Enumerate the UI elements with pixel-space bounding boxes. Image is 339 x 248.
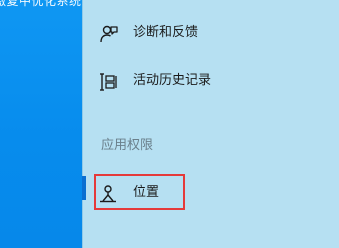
settings-privacy-nav-panel: 诊断和反馈 活动历史记录 应用权限 位置: [82, 0, 339, 248]
desktop-background: 激复中优化系统: [0, 0, 82, 248]
location-person-icon: [99, 184, 119, 204]
timeline-history-icon: [99, 72, 119, 92]
nav-item-label: 诊断和反馈: [133, 25, 199, 40]
section-header-app-permissions: 应用权限: [101, 138, 154, 153]
nav-item-activity-history[interactable]: 活动历史记录: [83, 62, 339, 100]
nav-item-label: 活动历史记录: [133, 73, 212, 88]
nav-item-label: 位置: [133, 185, 160, 200]
selection-indicator: [82, 176, 86, 200]
nav-item-location[interactable]: 位置: [83, 174, 339, 212]
feedback-person-icon: [99, 24, 119, 44]
nav-item-diagnostics-feedback[interactable]: 诊断和反馈: [83, 14, 339, 52]
desktop-icon-label[interactable]: 激复中优化系统: [0, 0, 82, 9]
screen: 激复中优化系统 诊断和反馈 活动历史记录 应用权限 位置: [0, 0, 339, 248]
